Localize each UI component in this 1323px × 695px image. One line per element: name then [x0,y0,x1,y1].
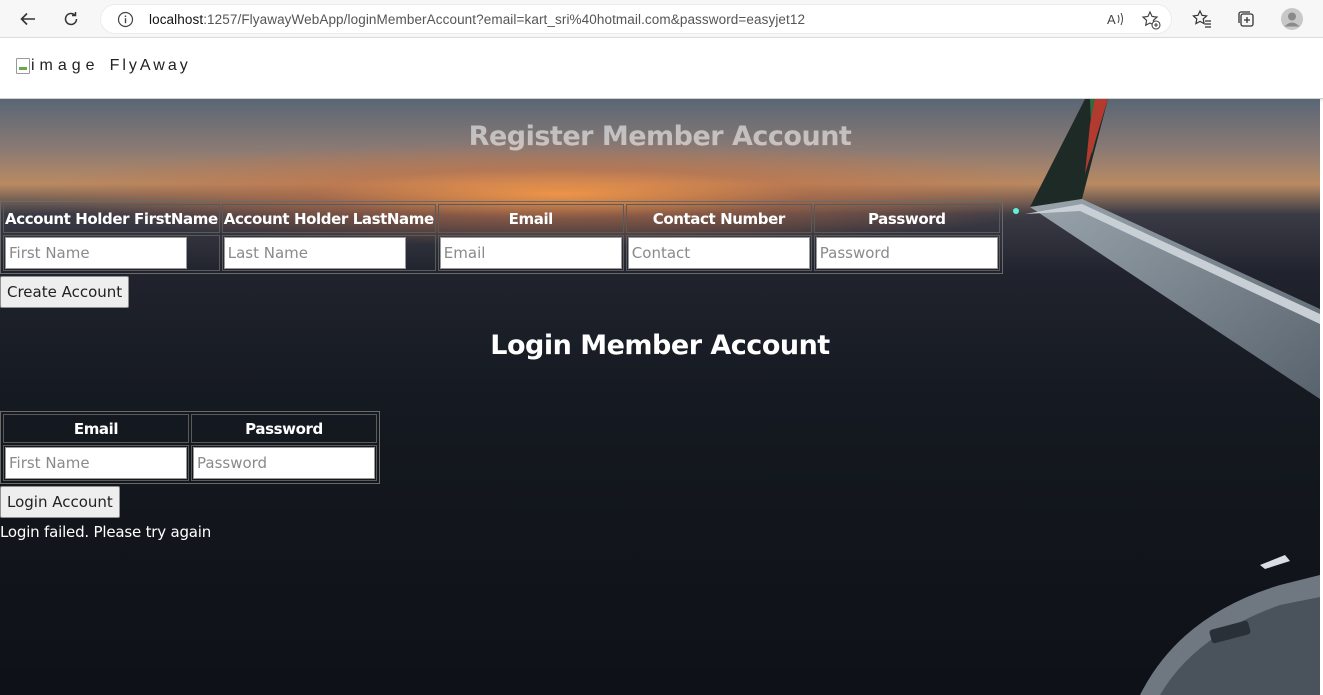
refresh-icon[interactable] [58,7,84,31]
info-icon[interactable] [117,11,134,33]
register-form-table: Account Holder FirstName Account Holder … [0,201,1003,274]
site-header: image FlyAway [0,38,1323,99]
browser-toolbar: localhost:1257/FlyawayWebApp/loginMember… [0,0,1323,38]
read-aloud-icon[interactable]: A [1106,10,1126,33]
login-email-input[interactable] [5,447,187,479]
column-header-lastname: Account Holder LastName [221,204,436,233]
site-logo[interactable]: image FlyAway [16,57,191,75]
back-arrow-icon[interactable] [15,7,41,31]
address-bar[interactable]: localhost:1257/FlyawayWebApp/loginMember… [100,4,1172,34]
lastname-input[interactable] [223,237,406,269]
page-content: Register Member Account Account Holder F… [0,99,1320,695]
login-form-table: Email Password [0,411,380,484]
register-email-input[interactable] [439,237,622,269]
login-error-message: Login failed. Please try again [0,523,212,541]
favorites-icon[interactable] [1190,7,1214,31]
collections-icon[interactable] [1234,7,1258,31]
url-text[interactable]: localhost:1257/FlyawayWebApp/loginMember… [149,12,805,27]
column-header-password: Password [813,204,1000,233]
login-title: Login Member Account [490,330,830,361]
contact-input[interactable] [627,237,810,269]
column-header-login-email: Email [3,414,189,443]
brand-name: FlyAway [109,57,191,74]
url-host: localhost [149,12,204,27]
column-header-login-password: Password [191,414,377,443]
column-header-firstname: Account Holder FirstName [3,204,220,233]
profile-icon[interactable] [1280,7,1304,31]
column-header-email: Email [437,204,624,233]
login-account-button[interactable]: Login Account [0,486,120,518]
column-header-contact: Contact Number [625,204,812,233]
logo-alt-text: image [31,57,100,74]
add-favorite-icon[interactable] [1141,10,1161,35]
firstname-input[interactable] [5,237,187,269]
broken-image-icon [16,58,30,74]
register-title: Register Member Account [468,121,852,152]
url-path: :1257/FlyawayWebApp/loginMemberAccount?e… [203,12,806,27]
create-account-button[interactable]: Create Account [0,276,130,308]
register-password-input[interactable] [815,237,998,269]
login-password-input[interactable] [193,447,375,479]
svg-text:A: A [1107,12,1116,27]
